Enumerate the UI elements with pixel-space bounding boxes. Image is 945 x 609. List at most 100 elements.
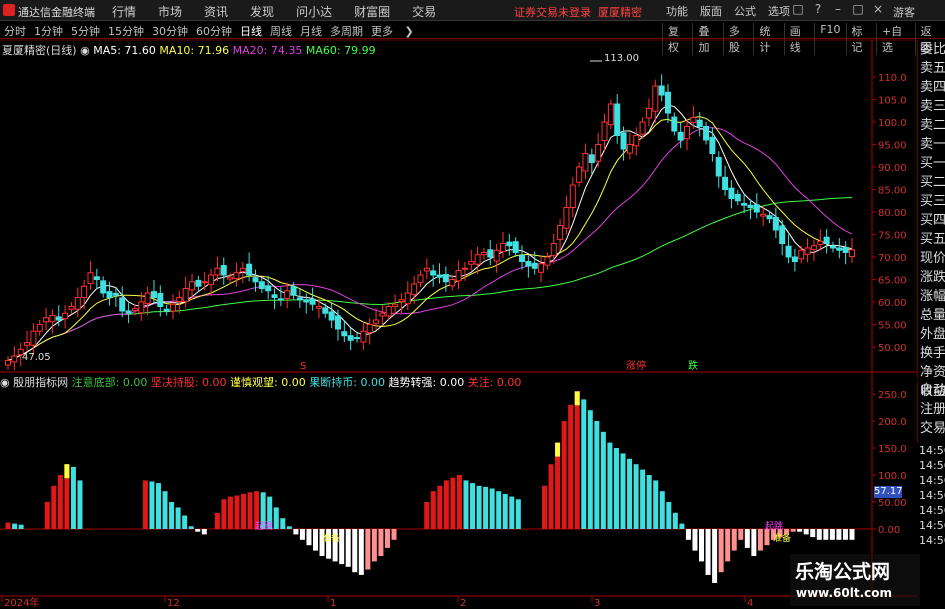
- side-item-bid4[interactable]: 买四: [918, 211, 945, 230]
- indicator-bar: [725, 529, 731, 562]
- indicator-value-badge: 57.17: [874, 486, 903, 498]
- candle-body: [601, 121, 608, 141]
- candle-body: [442, 274, 449, 283]
- indicator-bar: [306, 529, 312, 546]
- side-item-ask5[interactable]: 卖五: [918, 59, 945, 78]
- candle-body: [557, 225, 564, 240]
- indicator-bar: [51, 485, 57, 529]
- side-item-bid1[interactable]: 买一: [918, 154, 945, 173]
- indicator-bar: [18, 524, 24, 529]
- side-item-ask4[interactable]: 卖四: [918, 78, 945, 97]
- candle-body: [74, 297, 81, 310]
- candle-body: [684, 126, 691, 140]
- side-item-price[interactable]: 现价: [918, 249, 945, 268]
- indicator-bar: [391, 529, 397, 540]
- side-item-net-assets[interactable]: 净资: [918, 363, 945, 382]
- indicator-bar: [169, 502, 175, 529]
- side-item-register[interactable]: 注册: [918, 400, 945, 419]
- watermark-title: 乐淘公式网: [795, 561, 891, 583]
- indicator-bar: [5, 522, 11, 529]
- side-item-turnover[interactable]: 换手: [918, 344, 945, 363]
- candle-body: [493, 249, 500, 262]
- indicator-bar: [437, 485, 443, 529]
- indicator-bar: [659, 491, 665, 529]
- candle-body: [455, 270, 462, 282]
- side-item-outer[interactable]: 外盘: [918, 325, 945, 344]
- candle-body: [239, 267, 246, 272]
- side-item-bid5[interactable]: 买五: [918, 230, 945, 249]
- candle-body: [214, 267, 221, 276]
- candle-body: [449, 279, 456, 287]
- side-item-volume[interactable]: 总量: [918, 306, 945, 325]
- candle-body: [696, 119, 703, 127]
- indicator-bar: [443, 480, 449, 529]
- candle-body: [227, 276, 234, 280]
- side-item-commission-ratio[interactable]: 委比: [918, 40, 945, 59]
- ma20-path: [7, 127, 853, 361]
- candle-body: [392, 303, 399, 307]
- ma5-path: [7, 104, 853, 361]
- candle-body: [474, 254, 481, 265]
- side-item-bid3[interactable]: 买三: [918, 192, 945, 211]
- price-tick-label: 95.00: [878, 141, 907, 152]
- candle-body: [499, 243, 506, 253]
- side-item-trade[interactable]: 交易: [918, 419, 945, 438]
- date-tick-label: 1: [330, 598, 336, 609]
- candle-body: [734, 193, 741, 202]
- tick-time: 14:56: [919, 504, 945, 517]
- candle-body: [360, 330, 367, 343]
- candle-body: [582, 153, 589, 172]
- price-tick-label: 110.0: [878, 73, 907, 84]
- candle-body: [328, 311, 335, 321]
- candle-body: [817, 240, 824, 245]
- side-item-auto[interactable]: 自动: [918, 381, 945, 400]
- indicator-bar: [587, 410, 593, 529]
- indicator-bar: [836, 529, 842, 540]
- indicator-tick-label: 150.0: [878, 444, 907, 455]
- indicator-bar: [221, 499, 227, 529]
- indicator-bar: [823, 529, 829, 540]
- candle-body: [373, 319, 380, 324]
- candle-body: [93, 276, 100, 280]
- indicator-bar: [57, 475, 63, 529]
- candle-body: [341, 331, 348, 337]
- candle-body: [138, 301, 145, 314]
- candle-body: [791, 256, 798, 262]
- indicator-bar: [666, 502, 672, 529]
- candle-body: [798, 249, 805, 260]
- candle-body: [741, 202, 748, 206]
- candle-body: [334, 315, 341, 330]
- indicator-bar: [705, 529, 711, 575]
- indicator-bar: [142, 480, 148, 529]
- indicator-bar: [476, 485, 482, 529]
- indicator-bar: [286, 526, 292, 529]
- indicator-bar: [509, 496, 515, 529]
- candle-body: [722, 176, 729, 191]
- candle-body: [144, 292, 151, 304]
- candle-body: [100, 280, 107, 294]
- candle-body: [284, 290, 291, 299]
- ma10-path: [7, 116, 853, 361]
- side-item-ask2[interactable]: 卖二: [918, 116, 945, 135]
- side-item-bid2[interactable]: 买二: [918, 173, 945, 192]
- indicator-bar: [548, 464, 554, 529]
- candle-body: [233, 272, 240, 280]
- candle-body: [810, 245, 817, 250]
- side-item-change-pct[interactable]: 涨幅: [918, 287, 945, 306]
- side-item-change[interactable]: 涨跌: [918, 268, 945, 287]
- candle-body: [620, 132, 627, 150]
- candle-body: [258, 281, 265, 289]
- indicator-bar: [620, 453, 626, 529]
- candle-body: [804, 247, 811, 255]
- candle-body: [5, 360, 11, 366]
- side-item-ask1[interactable]: 卖一: [918, 135, 945, 154]
- date-tick-label: 4: [747, 598, 753, 609]
- indicator-bar: [70, 466, 76, 529]
- candle-body: [423, 267, 430, 272]
- indicator-bar: [627, 458, 633, 529]
- candle-body: [68, 306, 75, 310]
- candle-body: [766, 215, 773, 220]
- chart-canvas[interactable]: 110.0 105.0 100.0 95.00 90.00 85.00 80.00 75.00…: [0, 0, 917, 609]
- candle-body: [785, 245, 792, 258]
- side-item-ask3[interactable]: 卖三: [918, 97, 945, 116]
